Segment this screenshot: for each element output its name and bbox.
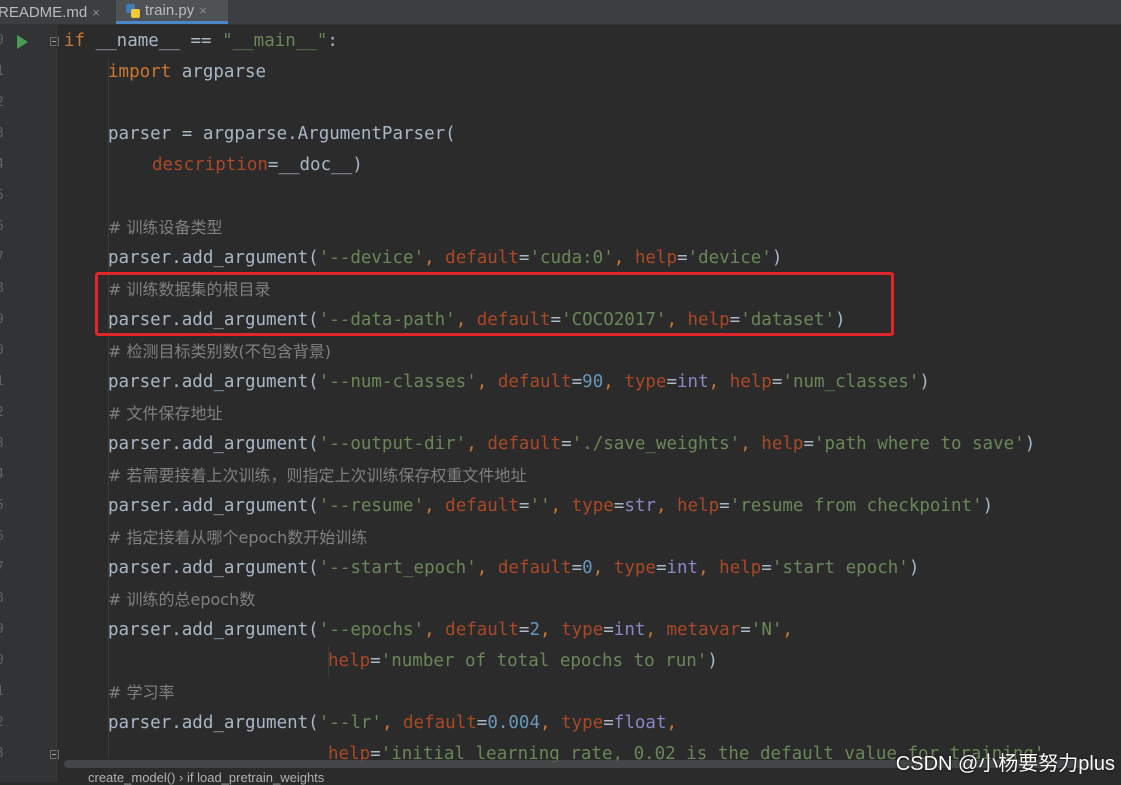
code-comment: # 文件保存地址 [108,404,223,423]
close-icon[interactable]: × [92,5,100,20]
code-line: parser.add_argument('--device', default=… [108,248,783,268]
line-number: 5 [0,188,10,203]
code-line: description=__doc__) [152,155,363,175]
code-comment: # 训练设备类型 [108,218,223,237]
tab-train-py[interactable]: train.py × [116,0,228,24]
line-number: 2 [0,715,10,730]
code-comment: # 检测目标类别数(不包含背景) [108,342,331,361]
line-number: 9 [0,622,10,637]
code-line: if __name__ == "__main__": [64,31,338,51]
line-number: 2 [0,405,10,420]
line-number: 3 [0,126,10,141]
code-line: parser.add_argument('--lr', default=0.00… [108,713,678,733]
line-number: 6 [0,219,10,234]
fold-icon[interactable] [50,37,59,46]
tab-label: train.py [145,2,195,19]
code-comment: # 指定接着从哪个epoch数开始训练 [108,528,368,547]
line-number: 4 [0,467,10,482]
code-comment: # 学习率 [108,683,175,702]
run-icon[interactable] [17,35,28,49]
watermark: CSDN @小杨要努力plus [895,753,1115,775]
line-number: 7 [0,250,10,265]
tab-label: README.md [0,3,88,21]
fold-icon[interactable] [50,750,59,759]
line-number: 3 [0,746,10,761]
code-comment: # 若需要接着上次训练，则指定上次训练保存权重文件地址 [108,466,527,485]
code-line: parser.add_argument('--output-dir', defa… [108,434,1036,454]
line-number: 2 [0,95,10,110]
code-line: parser.add_argument('--start_epoch', def… [108,558,920,578]
code-comment: # 训练的总epoch数 [108,590,256,609]
line-number: 0 [0,653,10,668]
line-number: 1 [0,684,10,699]
editor-tab-bar: README.md × train.py × [0,0,1121,25]
line-number: 9 [0,312,10,327]
line-number: 4 [0,157,10,172]
line-number: 8 [0,281,10,296]
code-line: parser.add_argument('--resume', default=… [108,496,994,516]
line-number: 0 [0,343,10,358]
code-line: parser.add_argument('--epochs', default=… [108,620,793,640]
line-number: 1 [0,64,10,79]
code-line: import argparse [108,62,267,82]
gutter-divider [56,25,57,782]
line-number: 6 [0,529,10,544]
line-number: 1 [0,374,10,389]
python-file-icon [126,3,140,18]
code-line: parser.add_argument('--num-classes', def… [108,372,930,392]
highlight-annotation-box [95,272,894,336]
line-number: 0 [0,33,10,48]
breadcrumb[interactable]: create_model() › if load_pretrain_weight… [88,770,324,785]
code-line: parser = argparse.ArgumentParser( [108,124,456,144]
tab-readme[interactable]: README.md × [0,0,110,24]
line-number: 7 [0,560,10,575]
code-line: help='number of total epochs to run') [328,651,718,671]
line-number: 5 [0,498,10,513]
line-number: 8 [0,591,10,606]
line-number: 3 [0,436,10,451]
close-icon[interactable]: × [199,3,207,18]
